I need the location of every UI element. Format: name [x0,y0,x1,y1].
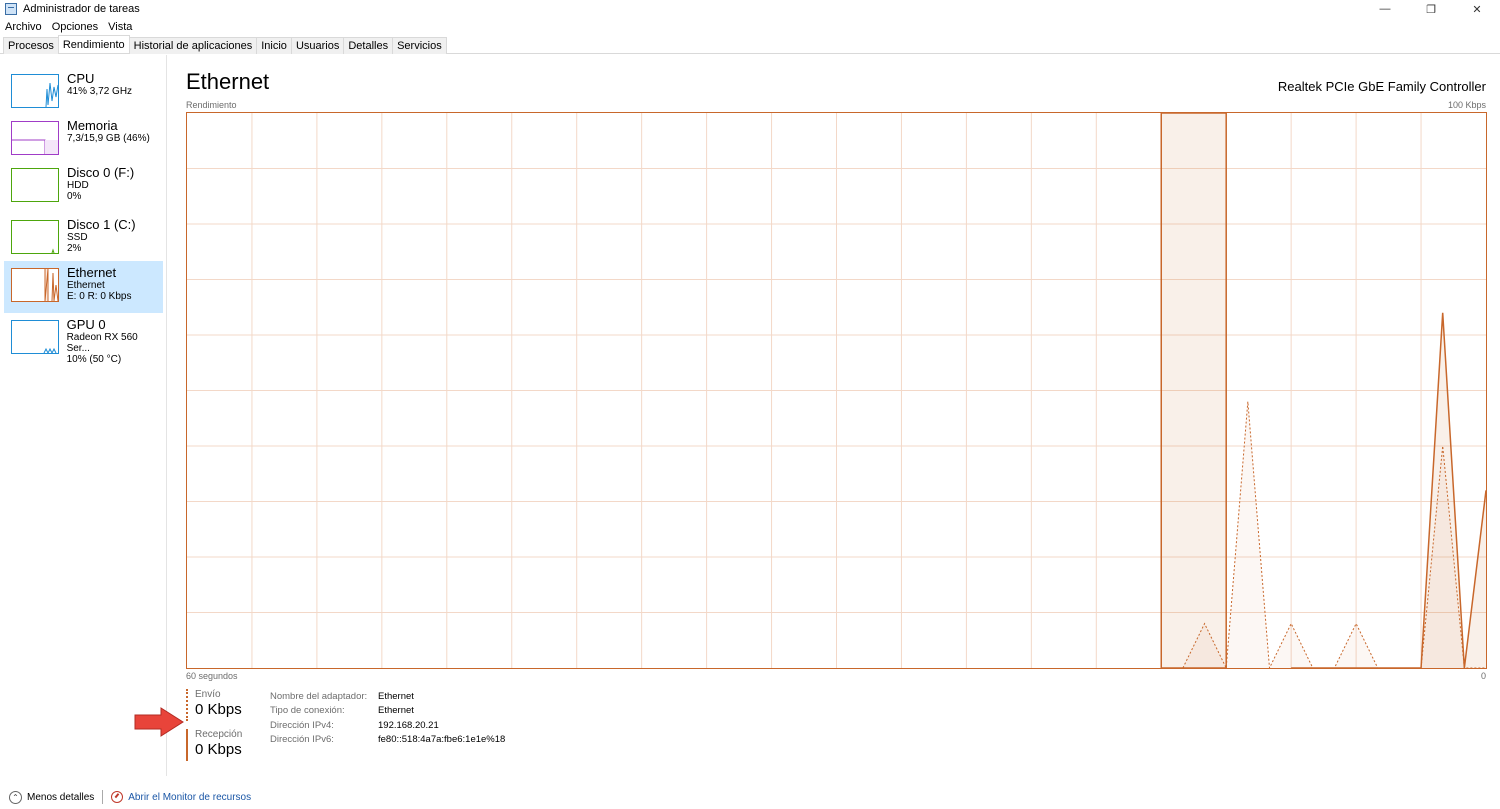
sidebar-item-detail: E: 0 R: 0 Kbps [67,291,132,302]
detail-key: Tipo de conexión: [270,705,345,717]
detail-value: fe80::518:4a7a:fbe6:1e1e%18 [378,734,506,746]
tab-usuarios[interactable]: Usuarios [290,37,345,54]
title-bar: Administrador de tareas — ❐ ✕ [0,0,1500,18]
highlight-band [1160,113,1227,668]
detail-key: Dirección IPv4: [270,719,334,731]
detail-row: Tipo de conexión: Ethernet [270,704,505,719]
page-title: Ethernet [186,69,270,94]
adapter-details: Nombre del adaptador: Ethernet Tipo de c… [270,689,505,747]
graph-min-label: 0 [1480,671,1486,681]
sidebar-item-detail: Radeon RX 560 Ser... [66,332,138,354]
menu-vista[interactable]: Vista [103,21,137,33]
send-value: 0 Kbps [195,701,242,718]
graph-caption: Rendimiento [186,100,237,110]
sidebar-item-detail: 0% [67,191,82,202]
send-label: Envío [195,689,221,700]
window-title: Administrador de tareas [23,3,140,15]
tab-servicios[interactable]: Servicios [392,37,447,54]
memory-thumbnail [11,121,59,155]
sidebar-item-title: Disco 0 (F:) [67,165,135,180]
sidebar-item-disco0[interactable]: Disco 0 (F:) HDD 0% [4,161,163,213]
tab-bar: Procesos Rendimiento Historial de aplica… [0,35,1500,54]
receive-label: Recepción [195,729,243,740]
detail-key: Dirección IPv6: [270,734,334,746]
tab-procesos[interactable]: Procesos [3,37,59,54]
detail-row: Nombre del adaptador: Ethernet [270,689,505,704]
tab-inicio[interactable]: Inicio [256,37,292,54]
receive-stat: Recepción 0 Kbps [186,729,242,761]
close-button[interactable]: ✕ [1454,0,1500,18]
menu-archivo[interactable]: Archivo [0,21,47,33]
graph-max-label: 100 Kbps [1447,100,1486,110]
sidebar-item-detail: 41% 3,72 GHz [67,86,133,97]
detail-row: Dirección IPv6: fe80::518:4a7a:fbe6:1e1e… [270,733,505,748]
tab-detalles[interactable]: Detalles [343,37,394,54]
sidebar-item-title: CPU [67,71,95,86]
task-manager-icon [5,3,17,15]
disk1-thumbnail [11,220,59,254]
sidebar-item-disco1[interactable]: Disco 1 (C:) SSD 2% [4,213,163,265]
tab-rendimiento[interactable]: Rendimiento [57,35,130,53]
sidebar-item-detail: 7,3/15,9 GB (46%) [67,133,150,144]
sidebar-item-detail: SSD [67,232,88,243]
resource-monitor-icon[interactable] [111,791,124,803]
footer-bar: ⌃ Menos detalles Abrir el Monitor de rec… [0,786,1500,808]
graph-time-label: 60 segundos [186,671,238,681]
receive-value: 0 Kbps [195,741,242,758]
sidebar-item-detail: 2% [67,243,82,254]
menu-opciones[interactable]: Opciones [47,21,103,33]
gpu-thumbnail [11,320,59,354]
cpu-thumbnail [11,74,59,108]
sidebar-item-detail: 10% (50 °C) [66,354,122,365]
detail-value: Ethernet [378,690,414,702]
minimize-button[interactable]: — [1362,0,1408,18]
chevron-up-icon[interactable]: ⌃ [9,790,22,804]
disk0-thumbnail [11,168,59,202]
throughput-chart-svg [187,113,1486,668]
adapter-name: Realtek PCIe GbE Family Controller [1277,79,1486,94]
sidebar-item-cpu[interactable]: CPU 41% 3,72 GHz [4,67,163,119]
fewer-details-link[interactable]: Menos detalles [27,792,94,803]
window-controls: — ❐ ✕ [1362,0,1500,18]
sidebar-item-detail: HDD [67,180,89,191]
detail-value: 192.168.20.21 [378,719,439,731]
tab-historial[interactable]: Historial de aplicaciones [128,37,258,54]
detail-row: Dirección IPv4: 192.168.20.21 [270,718,505,733]
ethernet-thumbnail [11,268,59,302]
sidebar-item-title: GPU 0 [66,317,106,332]
red-arrow-icon [134,707,184,737]
sidebar-item-title: Ethernet [67,265,117,280]
maximize-button[interactable]: ❐ [1408,0,1454,18]
sidebar-item-memoria[interactable]: Memoria 7,3/15,9 GB (46%) [4,114,163,166]
detail-key: Nombre del adaptador: [270,690,368,702]
sidebar-item-ethernet[interactable]: Ethernet Ethernet E: 0 R: 0 Kbps [4,261,163,313]
sidebar-item-gpu0[interactable]: GPU 0 Radeon RX 560 Ser... 10% (50 °C) [4,313,163,365]
detail-value: Ethernet [378,705,414,717]
resource-monitor-link[interactable]: Abrir el Monitor de recursos [128,792,251,803]
sidebar-item-detail: Ethernet [67,280,105,291]
menu-bar: Archivo Opciones Vista [0,19,137,35]
send-stat: Envío 0 Kbps [186,689,242,721]
throughput-graph [186,112,1487,669]
resource-sidebar: CPU 41% 3,72 GHz Memoria 7,3/15,9 GB (46… [0,55,167,776]
footer-divider [102,790,104,804]
sidebar-item-title: Memoria [67,118,118,133]
series-area-solid [1291,312,1486,668]
sidebar-item-title: Disco 1 (C:) [67,217,136,232]
